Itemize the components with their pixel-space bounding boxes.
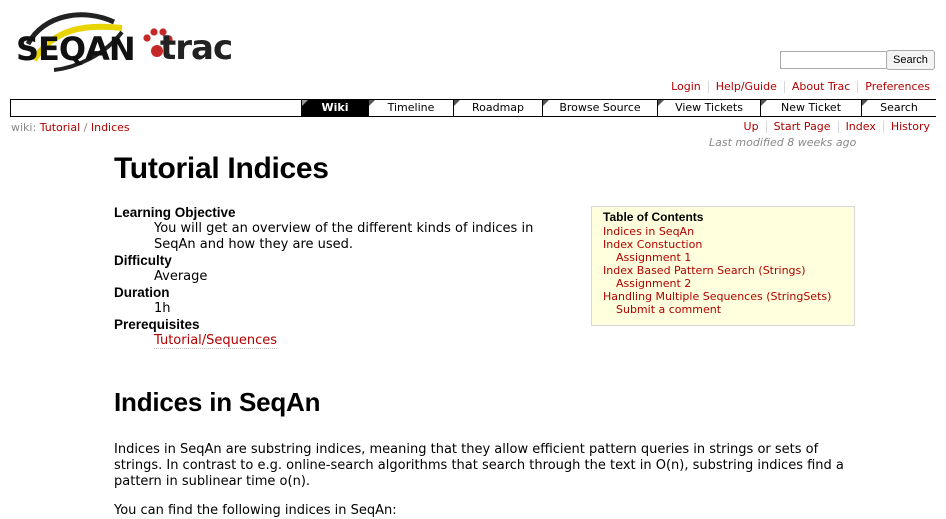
duration-value: 1h xyxy=(154,301,171,316)
meta-nav: Login Help/Guide About Trac Preferences xyxy=(664,81,930,93)
section-heading: Indices in SeqAn xyxy=(114,387,321,417)
prerequisites-label: Prerequisites xyxy=(114,317,200,332)
last-modified: Last modified 8 weeks ago xyxy=(709,136,857,149)
difficulty-value: Average xyxy=(154,269,208,284)
logo-text-trac: trac xyxy=(160,28,233,68)
breadcrumb-separator: / xyxy=(83,121,88,134)
learning-objective-label: Learning Objective xyxy=(114,205,236,220)
metanav-about-trac[interactable]: About Trac xyxy=(783,81,857,93)
table-of-contents: Table of Contents Indices in SeqAn Index… xyxy=(591,206,855,326)
tab-view-tickets[interactable]: View Tickets xyxy=(657,100,760,116)
search-button[interactable]: Search xyxy=(886,50,935,70)
toc-title: Table of Contents xyxy=(603,210,704,224)
toc-item-assignment-2[interactable]: Assignment 2 xyxy=(603,277,843,290)
metanav-help-guide[interactable]: Help/Guide xyxy=(707,81,784,93)
metanav-login[interactable]: Login xyxy=(664,81,708,93)
breadcrumb-tutorial-link[interactable]: Tutorial xyxy=(40,121,80,134)
ctxtnav-start-page[interactable]: Start Page xyxy=(765,121,838,133)
main-nav: Wiki Timeline Roadmap Browse Source View… xyxy=(10,99,936,117)
tab-wiki[interactable]: Wiki xyxy=(301,100,368,116)
tab-timeline[interactable]: Timeline xyxy=(368,100,453,116)
tab-new-ticket[interactable]: New Ticket xyxy=(760,100,861,116)
ctxtnav-up[interactable]: Up xyxy=(737,121,766,133)
metanav-preferences[interactable]: Preferences xyxy=(857,81,930,93)
breadcrumb-indices-link[interactable]: Indices xyxy=(91,121,130,134)
tab-browse-source[interactable]: Browse Source xyxy=(542,100,657,116)
tab-search[interactable]: Search xyxy=(861,100,936,116)
toc-item-index-construction[interactable]: Index Constuction xyxy=(603,238,843,251)
duration-label: Duration xyxy=(114,285,170,300)
tab-roadmap[interactable]: Roadmap xyxy=(453,100,542,116)
difficulty-label: Difficulty xyxy=(114,253,172,268)
page-title: Tutorial Indices xyxy=(114,152,329,185)
ctxtnav-index[interactable]: Index xyxy=(837,121,883,133)
breadcrumb: wiki: Tutorial / Indices xyxy=(11,121,130,134)
next-paragraph: You can find the following indices in Se… xyxy=(114,503,397,518)
toc-item-handling-multiple-sequences[interactable]: Handling Multiple Sequences (StringSets) xyxy=(603,290,843,303)
intro-paragraph: Indices in SeqAn are substring indices, … xyxy=(114,442,844,489)
toc-item-index-based-pattern-search[interactable]: Index Based Pattern Search (Strings) xyxy=(603,264,843,277)
context-nav: Up Start Page Index History xyxy=(737,121,930,133)
ctxtnav-history[interactable]: History xyxy=(882,121,930,133)
breadcrumb-prefix: wiki: xyxy=(11,121,37,134)
learning-objective-value: You will get an overview of the differen… xyxy=(154,221,534,252)
toc-item-assignment-1[interactable]: Assignment 1 xyxy=(603,251,843,264)
tutorial-info-list: Learning Objective You will get an overv… xyxy=(114,205,574,349)
prerequisites-link[interactable]: Tutorial/Sequences xyxy=(154,333,278,349)
search-input[interactable] xyxy=(780,51,888,69)
toc-item-indices-in-seqan[interactable]: Indices in SeqAn xyxy=(603,225,843,238)
logo-text-seqan: SEQAN xyxy=(16,30,136,68)
toc-item-submit-a-comment[interactable]: Submit a comment xyxy=(603,303,843,316)
